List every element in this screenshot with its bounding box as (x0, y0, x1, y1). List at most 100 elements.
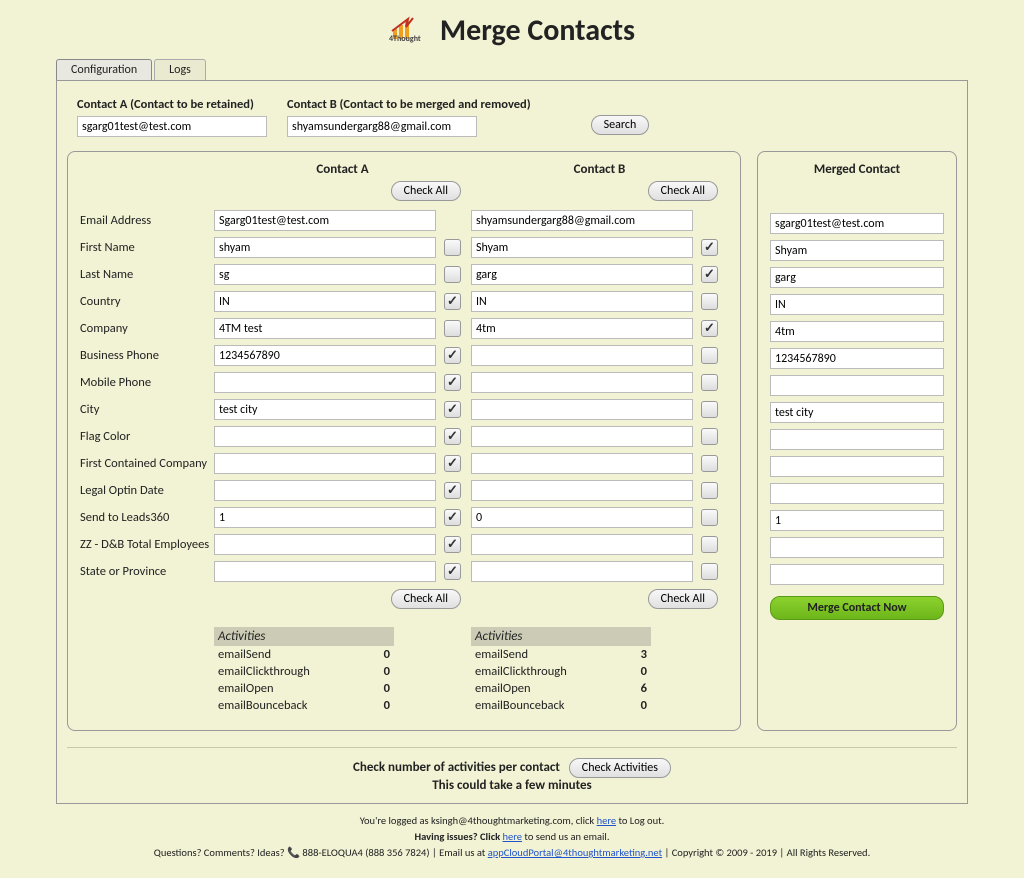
field-input-b[interactable] (471, 534, 693, 555)
merged-input[interactable] (770, 267, 944, 288)
field-row: First Name (80, 234, 728, 261)
merged-input[interactable] (770, 456, 944, 477)
field-check-b[interactable] (701, 320, 718, 337)
field-input-a[interactable] (214, 534, 436, 555)
field-check-a[interactable] (444, 428, 461, 445)
logout-link[interactable]: here (597, 814, 617, 827)
field-label: Flag Color (80, 429, 214, 444)
field-check-a[interactable] (444, 482, 461, 499)
field-check-a[interactable] (444, 563, 461, 580)
field-input-a[interactable] (214, 345, 436, 366)
activity-row: emailSend0 (214, 646, 394, 663)
field-check-a[interactable] (444, 455, 461, 472)
field-check-b[interactable] (701, 482, 718, 499)
field-input-b[interactable] (471, 426, 693, 447)
field-input-b[interactable] (471, 210, 693, 231)
merged-input[interactable] (770, 429, 944, 450)
field-row: Company (80, 315, 728, 342)
field-check-b[interactable] (701, 428, 718, 445)
main-panel: Contact A (Contact to be retained) Conta… (56, 80, 968, 804)
field-input-a[interactable] (214, 426, 436, 447)
field-label: First Name (80, 240, 214, 255)
merged-input[interactable] (770, 537, 944, 558)
field-check-b[interactable] (701, 401, 718, 418)
contact-a-title: Contact A (214, 162, 471, 177)
field-input-a[interactable] (214, 399, 436, 420)
contact-b-input[interactable] (287, 116, 477, 137)
merge-now-button[interactable]: Merge Contact Now (770, 596, 944, 620)
field-input-a[interactable] (214, 318, 436, 339)
field-input-a[interactable] (214, 372, 436, 393)
merged-input[interactable] (770, 213, 944, 234)
field-check-b[interactable] (701, 374, 718, 391)
contact-a-input[interactable] (77, 116, 267, 137)
field-check-a[interactable] (444, 293, 461, 310)
field-input-b[interactable] (471, 372, 693, 393)
field-input-b[interactable] (471, 453, 693, 474)
field-input-b[interactable] (471, 480, 693, 501)
field-label: Send to Leads360 (80, 510, 214, 525)
field-input-b[interactable] (471, 561, 693, 582)
field-input-a[interactable] (214, 561, 436, 582)
field-check-a[interactable] (444, 536, 461, 553)
field-check-a[interactable] (444, 239, 461, 256)
field-check-b[interactable] (701, 536, 718, 553)
check-activities-section: Check number of activities per contact C… (67, 758, 957, 793)
field-row: Last Name (80, 261, 728, 288)
merged-input[interactable] (770, 294, 944, 315)
field-check-b[interactable] (701, 239, 718, 256)
field-check-a[interactable] (444, 401, 461, 418)
field-input-b[interactable] (471, 507, 693, 528)
field-input-a[interactable] (214, 264, 436, 285)
page-header: 4Thought Merge Contacts (0, 0, 1024, 53)
field-check-a[interactable] (444, 266, 461, 283)
tab-logs[interactable]: Logs (154, 59, 206, 80)
merged-input[interactable] (770, 564, 944, 585)
merged-input[interactable] (770, 321, 944, 342)
field-check-b[interactable] (701, 509, 718, 526)
merged-input[interactable] (770, 402, 944, 423)
check-all-a-bottom[interactable]: Check All (391, 589, 461, 609)
search-button[interactable]: Search (591, 115, 650, 135)
field-input-b[interactable] (471, 318, 693, 339)
check-all-b-top[interactable]: Check All (648, 181, 718, 201)
field-input-a[interactable] (214, 237, 436, 258)
tab-configuration[interactable]: Configuration (56, 59, 152, 80)
activity-row: emailClickthrough0 (214, 663, 394, 680)
field-input-a[interactable] (214, 210, 436, 231)
merged-input[interactable] (770, 375, 944, 396)
check-activities-button[interactable]: Check Activities (569, 758, 671, 778)
field-label: ZZ - D&B Total Employees (80, 537, 214, 552)
field-check-a[interactable] (444, 320, 461, 337)
field-input-a[interactable] (214, 507, 436, 528)
field-input-b[interactable] (471, 237, 693, 258)
check-all-a-top[interactable]: Check All (391, 181, 461, 201)
field-input-a[interactable] (214, 291, 436, 312)
check-all-b-bottom[interactable]: Check All (648, 589, 718, 609)
field-input-a[interactable] (214, 453, 436, 474)
field-label: Company (80, 321, 214, 336)
activity-row: emailBounceback0 (214, 697, 394, 714)
merged-input[interactable] (770, 510, 944, 531)
field-check-a[interactable] (444, 374, 461, 391)
field-input-b[interactable] (471, 345, 693, 366)
field-input-b[interactable] (471, 264, 693, 285)
field-check-b[interactable] (701, 293, 718, 310)
field-check-b[interactable] (701, 563, 718, 580)
contact-b-label: Contact B (Contact to be merged and remo… (287, 97, 531, 112)
check-activities-label: Check number of activities per contact (353, 760, 560, 775)
field-check-b[interactable] (701, 455, 718, 472)
field-input-b[interactable] (471, 291, 693, 312)
email-link[interactable]: appCloudPortal@4thoughtmarketing.net (488, 846, 662, 859)
field-input-a[interactable] (214, 480, 436, 501)
issues-link[interactable]: here (503, 830, 523, 843)
merged-input[interactable] (770, 240, 944, 261)
field-check-b[interactable] (701, 266, 718, 283)
field-check-a[interactable] (444, 509, 461, 526)
field-check-a[interactable] (444, 347, 461, 364)
merged-input[interactable] (770, 348, 944, 369)
field-input-b[interactable] (471, 399, 693, 420)
merged-input[interactable] (770, 483, 944, 504)
compare-box: Contact A Contact B Check All Check All … (67, 151, 741, 731)
field-check-b[interactable] (701, 347, 718, 364)
